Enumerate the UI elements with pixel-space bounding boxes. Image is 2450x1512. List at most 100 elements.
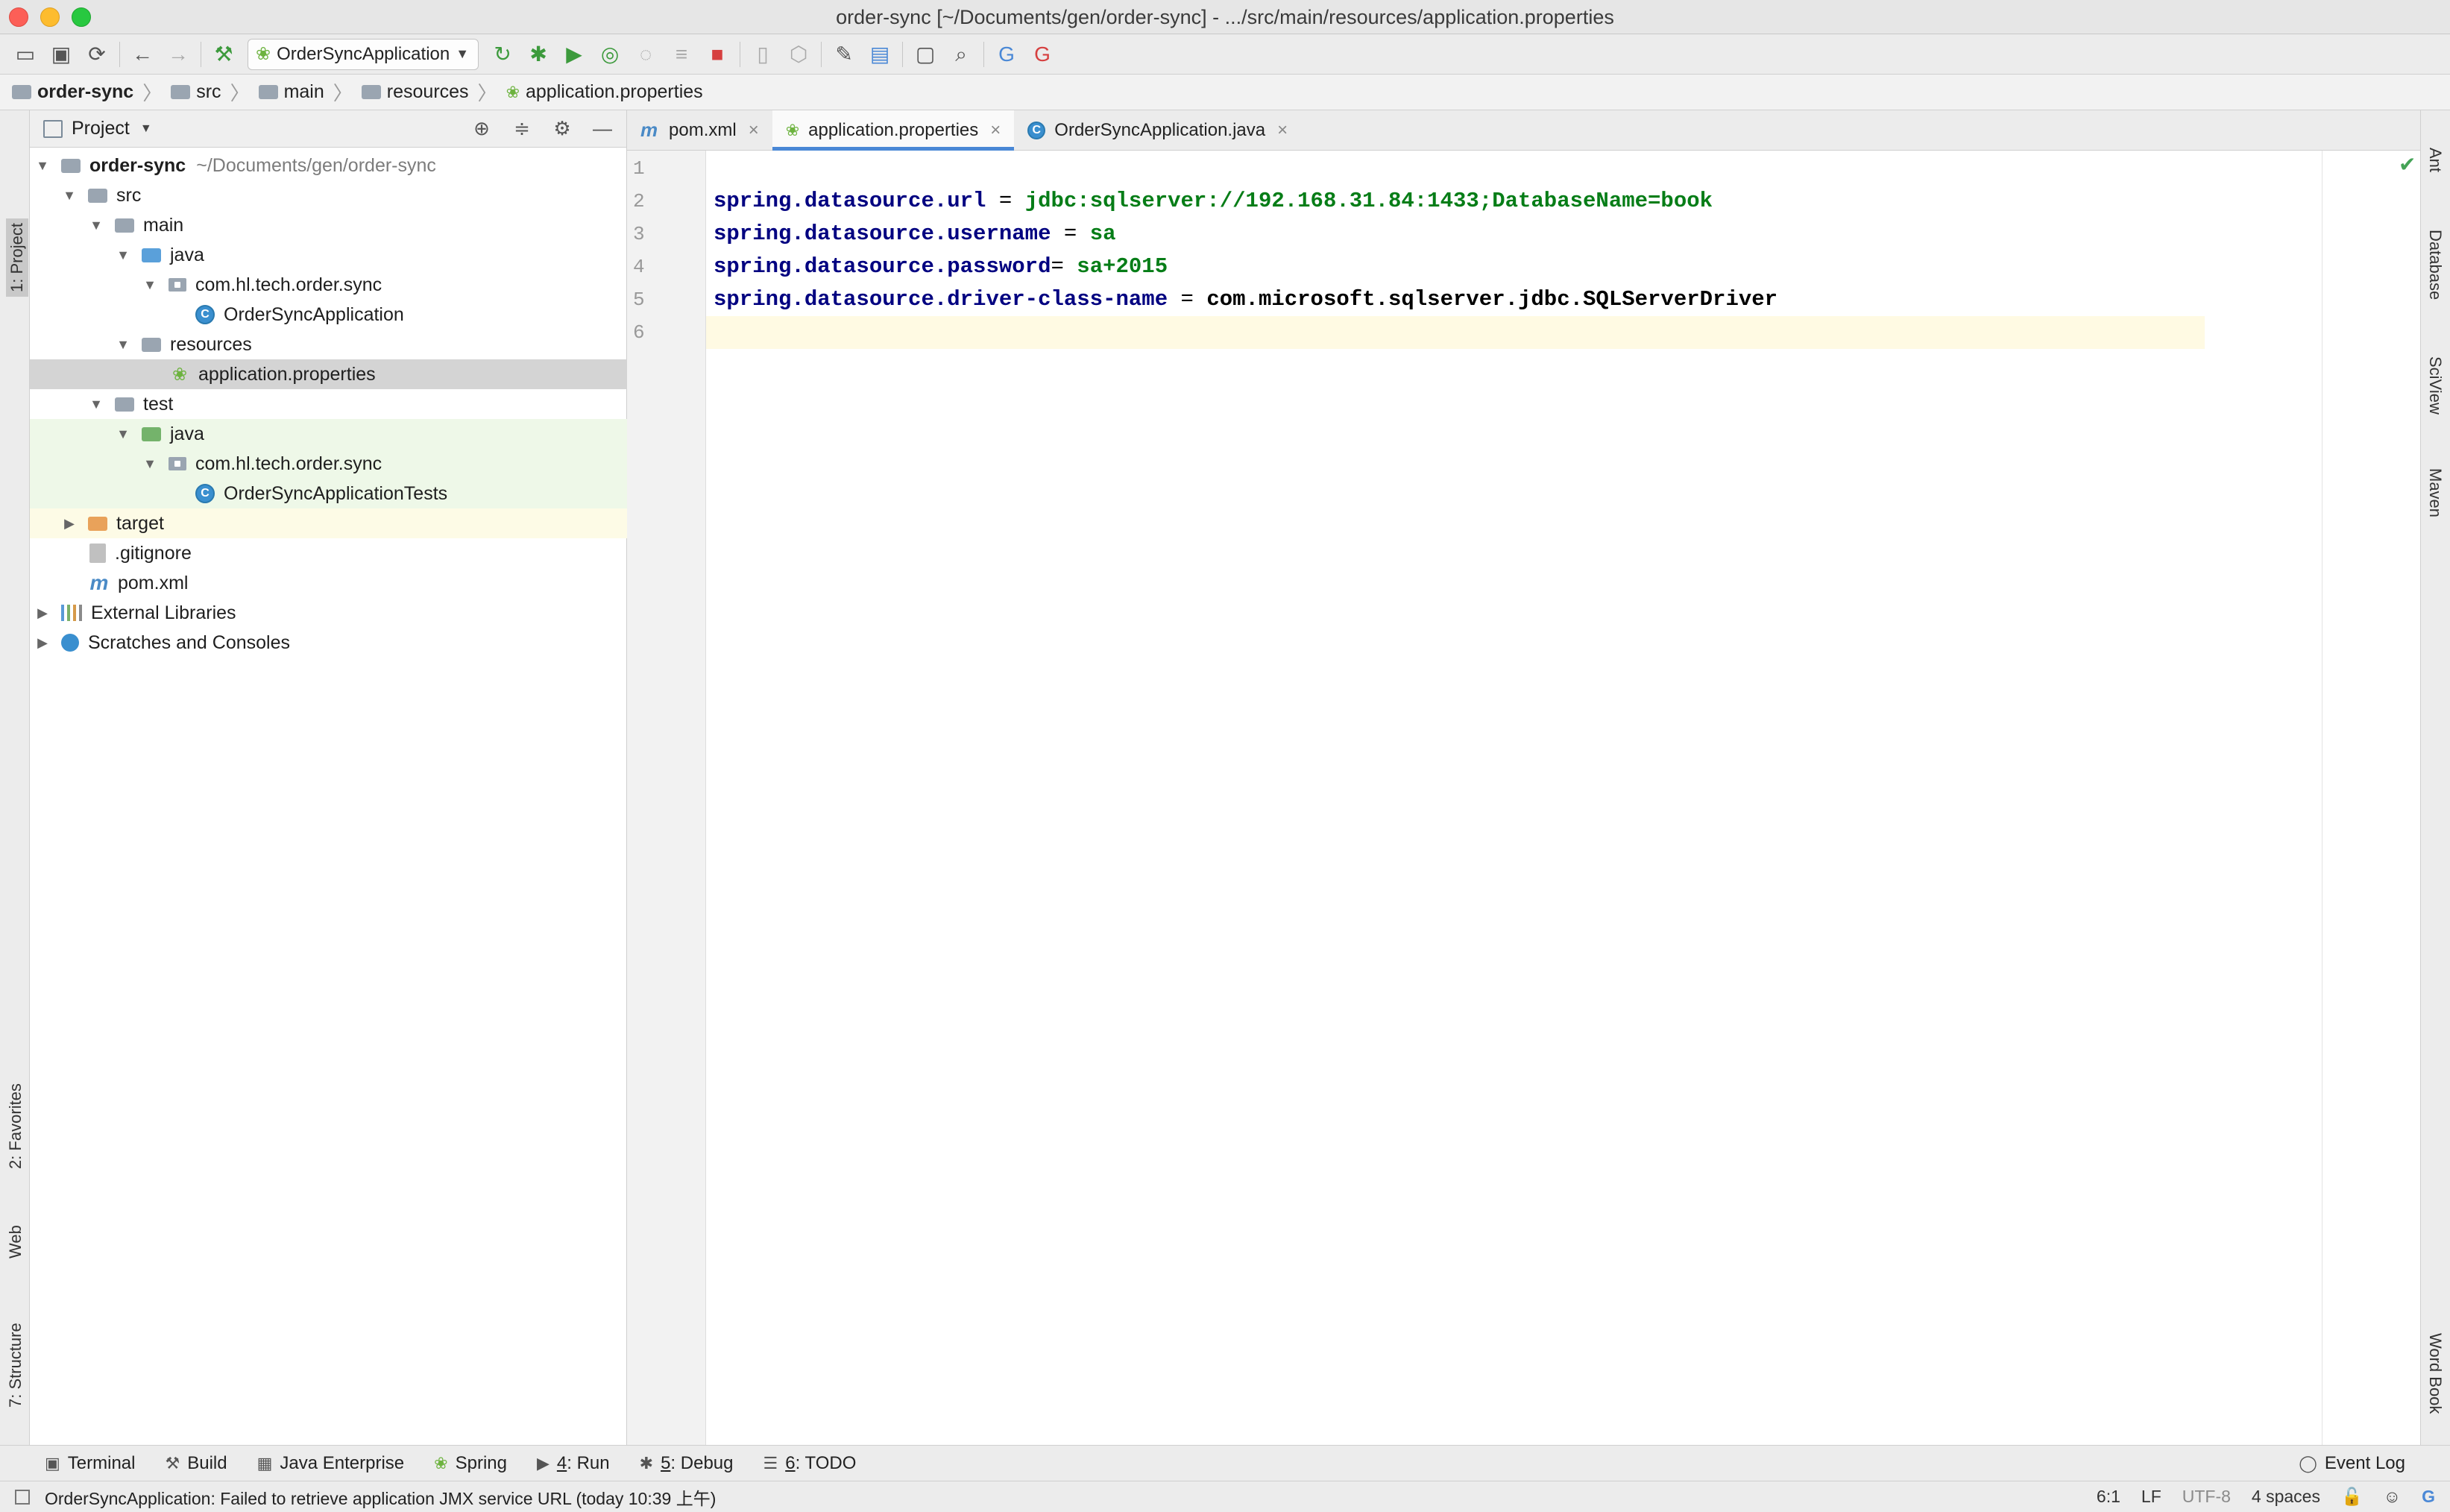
tool-tab-sciview[interactable]: SciView xyxy=(2425,356,2445,415)
breadcrumb-item-main[interactable]: main xyxy=(258,81,324,103)
tree-item-pom-xml[interactable]: m pom.xml xyxy=(30,568,627,598)
tool-tab-word-book[interactable]: Word Book xyxy=(2425,1333,2445,1414)
tool-tab-build[interactable]: ⚒ Build xyxy=(166,1453,227,1474)
run-coverage-icon[interactable]: ▶ xyxy=(556,37,592,72)
locate-file-icon[interactable]: ⊕ xyxy=(464,113,500,145)
expanded-arrow-icon[interactable]: ▼ xyxy=(143,456,157,472)
step-icon[interactable]: ≡ xyxy=(664,37,699,72)
status-message[interactable]: OrderSyncApplication: Failed to retrieve… xyxy=(45,1484,716,1510)
breadcrumb-item-src[interactable]: src xyxy=(171,81,221,103)
inspector-icon[interactable]: ☺ xyxy=(2384,1487,2401,1507)
tab-order-sync-application-java[interactable]: C OrderSyncApplication.java × xyxy=(1014,110,1301,150)
back-icon[interactable]: ← xyxy=(125,37,160,72)
collapsed-arrow-icon[interactable]: ▶ xyxy=(36,635,49,651)
caret-position[interactable]: 6:1 xyxy=(2097,1487,2120,1507)
project-view-title[interactable]: Project xyxy=(72,118,130,139)
tree-item-resources[interactable]: ▼ resources xyxy=(30,330,627,359)
collapsed-arrow-icon[interactable]: ▶ xyxy=(36,605,49,621)
tool-tab-project[interactable]: 1: Project xyxy=(6,218,28,297)
expanded-arrow-icon[interactable]: ▼ xyxy=(63,188,76,204)
tree-item-test-package[interactable]: ▼ com.hl.tech.order.sync xyxy=(30,449,627,479)
close-icon[interactable]: × xyxy=(990,120,1001,141)
expanded-arrow-icon[interactable]: ▼ xyxy=(116,337,130,353)
tree-item-test[interactable]: ▼ test xyxy=(30,389,627,419)
save-icon[interactable]: ▣ xyxy=(43,37,79,72)
code-editor[interactable]: 1 2 3 4 5 6 spring.datasource.url = jdbc… xyxy=(627,151,2420,1445)
collapsed-arrow-icon[interactable]: ▶ xyxy=(63,516,76,532)
tab-pom-xml[interactable]: m pom.xml × xyxy=(627,110,772,150)
tool-tab-terminal[interactable]: ▣ Terminal xyxy=(45,1453,136,1474)
tool-tab-ant[interactable]: Ant xyxy=(2425,148,2445,172)
stop-icon[interactable]: ■ xyxy=(699,37,735,72)
hide-panel-icon[interactable]: — xyxy=(585,113,620,145)
status-message-icon[interactable] xyxy=(15,1489,30,1505)
chevron-down-icon[interactable]: ▼ xyxy=(140,122,152,136)
line-separator[interactable]: LF xyxy=(2141,1487,2161,1507)
breadcrumb-item-resources[interactable]: resources xyxy=(361,81,469,103)
device-icon[interactable]: ▯ xyxy=(745,37,781,72)
tool-tab-database[interactable]: Database xyxy=(2425,230,2445,300)
tree-item-test-java[interactable]: ▼ java xyxy=(30,419,627,449)
tool-tab-java-enterprise[interactable]: ▦ Java Enterprise xyxy=(257,1453,405,1474)
attach-debugger-icon[interactable]: ◌ xyxy=(628,37,664,72)
search-icon[interactable]: ⌕ xyxy=(943,37,979,72)
project-structure-icon[interactable]: ▤ xyxy=(862,37,898,72)
tool-tab-web[interactable]: Web xyxy=(6,1225,25,1259)
code-area[interactable]: spring.datasource.url = jdbc:sqlserver:/… xyxy=(706,151,2205,1445)
tree-item-src[interactable]: ▼ src xyxy=(30,180,627,210)
gear-icon[interactable]: ⚙ xyxy=(544,113,580,145)
lock-icon[interactable]: 🔓 xyxy=(2341,1487,2363,1507)
collapse-all-icon[interactable]: ≑ xyxy=(504,113,540,145)
tree-item-order-sync-application[interactable]: C OrderSyncApplication xyxy=(30,300,627,330)
tool-tab-favorites[interactable]: 2: Favorites xyxy=(6,1083,25,1169)
translate-status-icon[interactable]: G xyxy=(2422,1487,2435,1507)
breadcrumb-item-order-sync[interactable]: order-sync xyxy=(12,81,133,103)
close-icon[interactable]: × xyxy=(1277,120,1288,141)
translate-replace-icon[interactable]: G xyxy=(1024,37,1060,72)
tree-item-package[interactable]: ▼ com.hl.tech.order.sync xyxy=(30,270,627,300)
tree-item-root[interactable]: ▼ order-sync ~/Documents/gen/order-sync xyxy=(30,151,627,180)
expanded-arrow-icon[interactable]: ▼ xyxy=(116,426,130,442)
coverage-icon[interactable]: ⬡ xyxy=(781,37,816,72)
tree-item-order-sync-application-tests[interactable]: C OrderSyncApplicationTests xyxy=(30,479,627,508)
tree-item-java[interactable]: ▼ java xyxy=(30,240,627,270)
tab-application-properties[interactable]: ❀ application.properties × xyxy=(772,110,1015,151)
tree-item-scratches[interactable]: ▶ Scratches and Consoles xyxy=(30,628,627,658)
tool-tab-maven[interactable]: Maven xyxy=(2425,468,2445,517)
maven-file-icon: m xyxy=(89,571,109,594)
expanded-arrow-icon[interactable]: ▼ xyxy=(36,158,49,174)
indent-setting[interactable]: 4 spaces xyxy=(2252,1487,2320,1507)
tool-tab-spring[interactable]: ❀ Spring xyxy=(434,1453,507,1474)
rerun-icon[interactable]: ↻ xyxy=(485,37,520,72)
inspection-ok-icon[interactable]: ✔ xyxy=(2399,152,2416,177)
terminal-window-icon[interactable]: ▢ xyxy=(907,37,943,72)
properties-file-icon: ❀ xyxy=(171,364,188,385)
debug-bug-icon[interactable]: ✱ xyxy=(520,37,556,72)
tree-item-target[interactable]: ▶ target xyxy=(30,508,627,538)
expanded-arrow-icon[interactable]: ▼ xyxy=(89,218,103,233)
breadcrumb-item-application-properties[interactable]: ❀ application.properties xyxy=(506,81,703,103)
tree-item-application-properties[interactable]: ❀ application.properties xyxy=(30,359,627,389)
tool-tab-run[interactable]: ▶ 4: Run xyxy=(537,1453,610,1474)
tree-item-gitignore[interactable]: .gitignore xyxy=(30,538,627,568)
settings-wrench-icon[interactable]: ✎ xyxy=(826,37,862,72)
close-icon[interactable]: × xyxy=(749,120,759,141)
tool-tab-debug[interactable]: ✱ 5: Debug xyxy=(640,1453,734,1474)
profile-icon[interactable]: ◎ xyxy=(592,37,628,72)
sync-icon[interactable]: ⟳ xyxy=(79,37,115,72)
build-hammer-icon[interactable]: ⚒ xyxy=(206,37,242,72)
tool-tab-structure[interactable]: 7: Structure xyxy=(6,1323,25,1408)
file-encoding[interactable]: UTF-8 xyxy=(2182,1487,2231,1507)
tool-tab-event-log[interactable]: ◯ Event Log xyxy=(2299,1453,2405,1474)
tree-item-external-libraries[interactable]: ▶ External Libraries xyxy=(30,598,627,628)
open-folder-icon[interactable]: ▭ xyxy=(7,37,43,72)
expanded-arrow-icon[interactable]: ▼ xyxy=(116,248,130,263)
forward-icon[interactable]: → xyxy=(160,37,196,72)
line-number-gutter: 1 2 3 4 5 6 xyxy=(627,151,706,1445)
translate-icon[interactable]: G xyxy=(989,37,1024,72)
expanded-arrow-icon[interactable]: ▼ xyxy=(143,277,157,293)
run-configuration-select[interactable]: ❀ OrderSyncApplication ▼ xyxy=(248,38,479,70)
tool-tab-todo[interactable]: ☰ 6: TODO xyxy=(763,1453,856,1474)
expanded-arrow-icon[interactable]: ▼ xyxy=(89,397,103,412)
tree-item-main[interactable]: ▼ main xyxy=(30,210,627,240)
